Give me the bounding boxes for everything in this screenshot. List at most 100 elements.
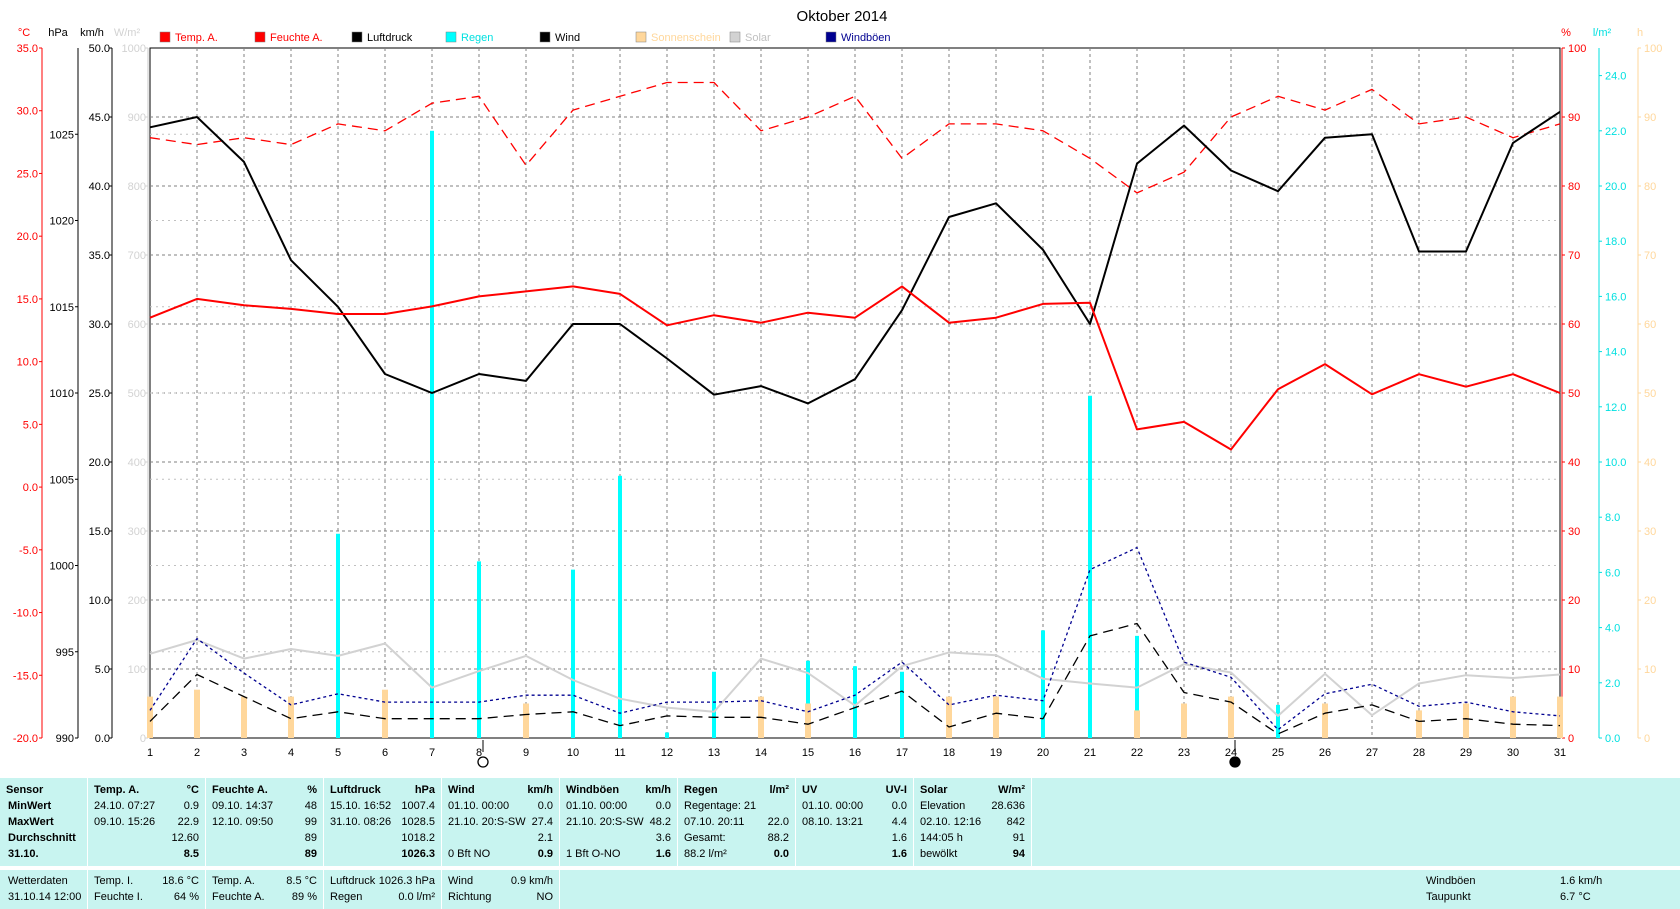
y-tick-label-wind: 45.0 bbox=[89, 112, 110, 124]
bar-sonnenschein bbox=[523, 703, 529, 738]
axis-unit-pressure: hPa bbox=[48, 27, 68, 39]
stats-value: 91 bbox=[1012, 832, 1025, 844]
x-tick-label: 22 bbox=[1131, 747, 1143, 759]
value-feuchte-i: 64 % bbox=[173, 891, 199, 903]
y-tick-label-rain: 16.0 bbox=[1605, 291, 1626, 303]
y-tick-label-wind: 5.0 bbox=[95, 664, 110, 676]
stats-unit: °C bbox=[186, 784, 199, 796]
label-taupunkt: Taupunkt bbox=[1426, 891, 1471, 903]
stats-column-sensor: Sensor MinWert MaxWert Durchschnitt 31.10. bbox=[0, 778, 88, 866]
x-tick-label: 7 bbox=[429, 747, 435, 759]
stats-label: Gesamt: bbox=[684, 832, 726, 844]
y-tick-label-solar: 900 bbox=[128, 112, 146, 124]
stats-label: 144:05 h bbox=[920, 832, 963, 844]
stats-header: Sensor bbox=[6, 784, 44, 796]
cell-wind: Wind 0.9 km/h Richtung NO bbox=[442, 870, 560, 909]
stats-unit: km/h bbox=[527, 784, 553, 796]
bar-regen bbox=[665, 732, 669, 738]
value-luftdruck: 1026.3 hPa bbox=[378, 875, 435, 887]
y-tick-label-solar: 700 bbox=[128, 250, 146, 262]
legend-swatch bbox=[254, 31, 266, 43]
stats-value: 48.2 bbox=[649, 816, 671, 828]
stats-column-temp-a-: Temp. A. °C 24.10. 07:27 0.9 09.10. 15:26 22.… bbox=[88, 778, 206, 866]
stats-value: 3.6 bbox=[655, 832, 671, 844]
stats-header: Regen bbox=[684, 784, 718, 796]
y-tick-label-wind: 20.0 bbox=[89, 457, 110, 469]
y-tick-label-rain: 20.0 bbox=[1605, 181, 1626, 193]
stats-label: 24.10. 07:27 bbox=[94, 800, 156, 812]
bar-regen bbox=[336, 533, 340, 738]
stats-value: 89 bbox=[304, 832, 317, 844]
bar-sonnenschein bbox=[1557, 696, 1563, 738]
y-tick-label-humidity: 30 bbox=[1568, 526, 1580, 538]
cell-wetterdaten: Wetterdaten 31.10.14 12:00 bbox=[0, 870, 88, 909]
stats-value: 0.0 bbox=[655, 800, 671, 812]
x-tick-label: 17 bbox=[896, 747, 908, 759]
x-tick-label: 3 bbox=[241, 747, 247, 759]
bar-regen bbox=[477, 561, 481, 738]
y-tick-label-pressure: 995 bbox=[56, 647, 74, 659]
legend-label: Temp. A. bbox=[175, 32, 218, 44]
axis-unit-rain: l/m² bbox=[1593, 27, 1612, 39]
stats-header: Luftdruck bbox=[330, 784, 381, 796]
legend-label: Regen bbox=[461, 32, 493, 44]
label-temp-a: Temp. A. bbox=[212, 875, 255, 887]
stats-column-feuchte-a-: Feuchte A.% 09.10. 14:37 48 12.10. 09:50 99 8… bbox=[206, 778, 324, 866]
x-tick-label: 6 bbox=[382, 747, 388, 759]
y-tick-label-wind: 15.0 bbox=[89, 526, 110, 538]
y-tick-label-solar: 600 bbox=[128, 319, 146, 331]
y-tick-label-rain: 22.0 bbox=[1605, 126, 1626, 138]
y-tick-label-solar: 400 bbox=[128, 457, 146, 469]
stats-label: 01.10. 00:00 bbox=[566, 800, 628, 812]
y-tick-label-temp: -15.0 bbox=[13, 670, 38, 682]
y-tick-label-humidity: 80 bbox=[1568, 181, 1580, 193]
y-tick-label-pressure: 1010 bbox=[50, 388, 74, 400]
stats-column-uv: UV UV-I 01.10. 00:00 0.0 08.10. 13:21 4.4 1.6 1… bbox=[796, 778, 914, 866]
label-luftdruck: Luftdruck bbox=[330, 875, 376, 887]
chart-title: Oktober 2014 bbox=[797, 8, 888, 25]
legend-label: Feuchte A. bbox=[270, 32, 323, 44]
stats-value: 2.1 bbox=[537, 832, 553, 844]
current-datetime: 31.10.14 12:00 bbox=[8, 891, 82, 903]
axis-unit-wind: km/h bbox=[80, 27, 104, 39]
stats-unit: hPa bbox=[414, 784, 435, 796]
stats-header: Solar bbox=[920, 784, 948, 796]
stats-row-label: MinWert bbox=[8, 800, 52, 812]
cell-indoor: Temp. I. 18.6 °C Feuchte I. 64 % bbox=[88, 870, 206, 909]
y-tick-label-wind: 35.0 bbox=[89, 250, 110, 262]
y-tick-label-temp: 15.0 bbox=[17, 294, 38, 306]
stats-label: bewölkt bbox=[920, 848, 958, 860]
stats-value: 1.6 bbox=[891, 832, 907, 844]
legend-label: Wind bbox=[555, 32, 580, 44]
y-tick-label-humidity: 100 bbox=[1568, 43, 1586, 55]
stats-value: 0.0 bbox=[891, 800, 907, 812]
y-tick-label-rain: 10.0 bbox=[1605, 457, 1626, 469]
y-tick-label-pressure: 990 bbox=[56, 733, 74, 745]
y-tick-label-rain: 18.0 bbox=[1605, 236, 1626, 248]
y-tick-label-temp: 20.0 bbox=[17, 231, 38, 243]
y-tick-label-sun: 0 bbox=[1644, 733, 1650, 745]
moon-full-icon bbox=[477, 756, 489, 768]
y-tick-label-solar: 100 bbox=[128, 664, 146, 676]
bar-sonnenschein bbox=[241, 696, 247, 738]
y-tick-label-temp: 5.0 bbox=[23, 419, 38, 431]
current-readings-bar: Wetterdaten 31.10.14 12:00 Temp. I. 18.6 … bbox=[0, 870, 1680, 909]
x-tick-label: 26 bbox=[1319, 747, 1331, 759]
label-windboeen: Windböen bbox=[1426, 875, 1476, 887]
stats-header: Windböen bbox=[566, 784, 620, 796]
y-tick-label-rain: 24.0 bbox=[1605, 71, 1626, 83]
y-tick-label-pressure: 1025 bbox=[50, 129, 74, 141]
legend-label: Sonnenschein bbox=[651, 32, 721, 44]
stats-value: 27.4 bbox=[531, 816, 553, 828]
y-tick-label-temp: -5.0 bbox=[19, 545, 38, 557]
x-tick-label: 25 bbox=[1272, 747, 1284, 759]
stats-value: 22.9 bbox=[177, 816, 199, 828]
stats-value: 4.4 bbox=[891, 816, 907, 828]
bar-regen bbox=[430, 130, 434, 739]
stats-header: Wind bbox=[448, 784, 475, 796]
value-wind: 0.9 km/h bbox=[510, 875, 553, 887]
stats-value: 28.636 bbox=[991, 800, 1025, 812]
x-tick-label: 16 bbox=[849, 747, 861, 759]
y-tick-label-pressure: 1020 bbox=[50, 216, 74, 228]
legend-label: Solar bbox=[745, 32, 771, 44]
